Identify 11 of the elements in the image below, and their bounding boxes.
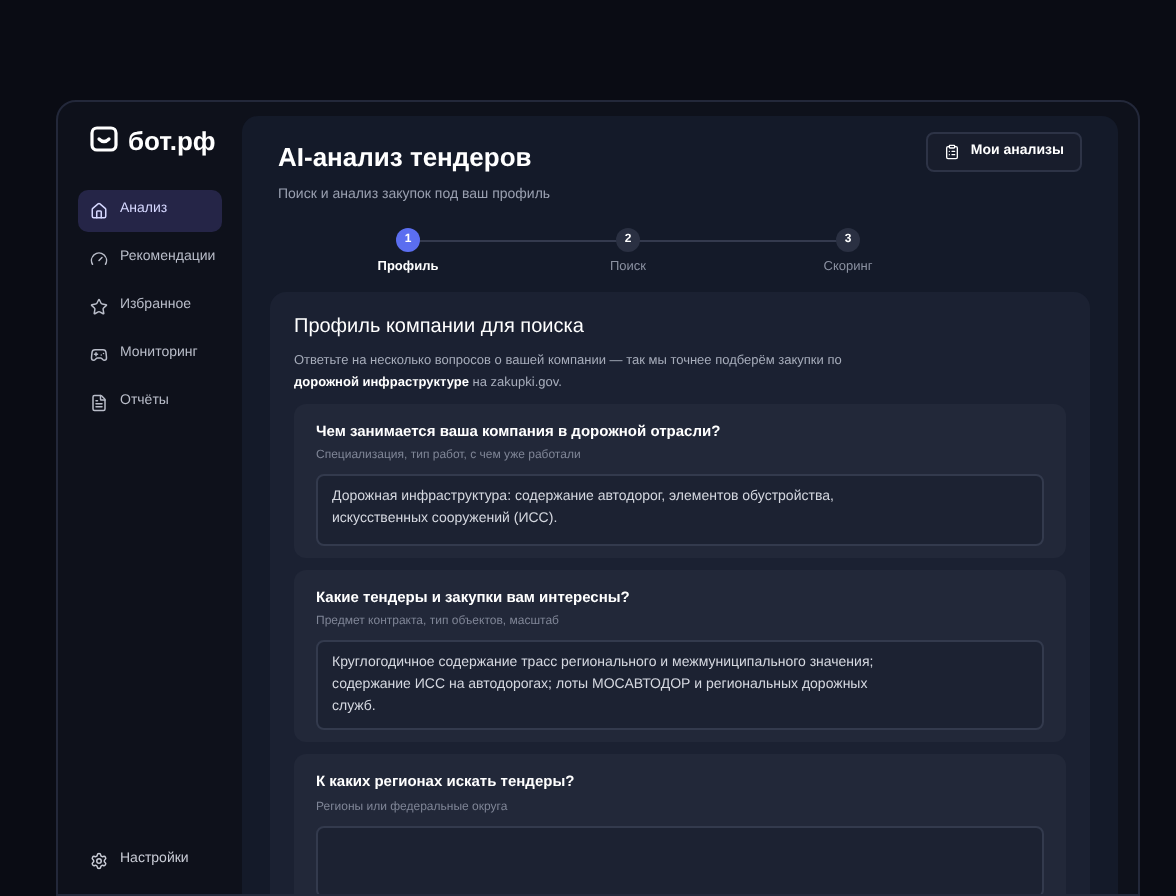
home-icon — [90, 202, 108, 220]
gauge-icon — [90, 250, 108, 268]
settings-icon — [90, 852, 108, 870]
gamepad-icon — [90, 346, 108, 364]
clipboard-icon — [944, 144, 961, 160]
card-title: Профиль компании для поиска — [294, 313, 586, 342]
star-icon — [90, 298, 108, 316]
document-icon — [90, 394, 108, 412]
logo-text: бот.рф — [128, 127, 216, 153]
page-title: AI-анализ тендеров — [278, 140, 534, 176]
logo-icon — [90, 126, 118, 154]
